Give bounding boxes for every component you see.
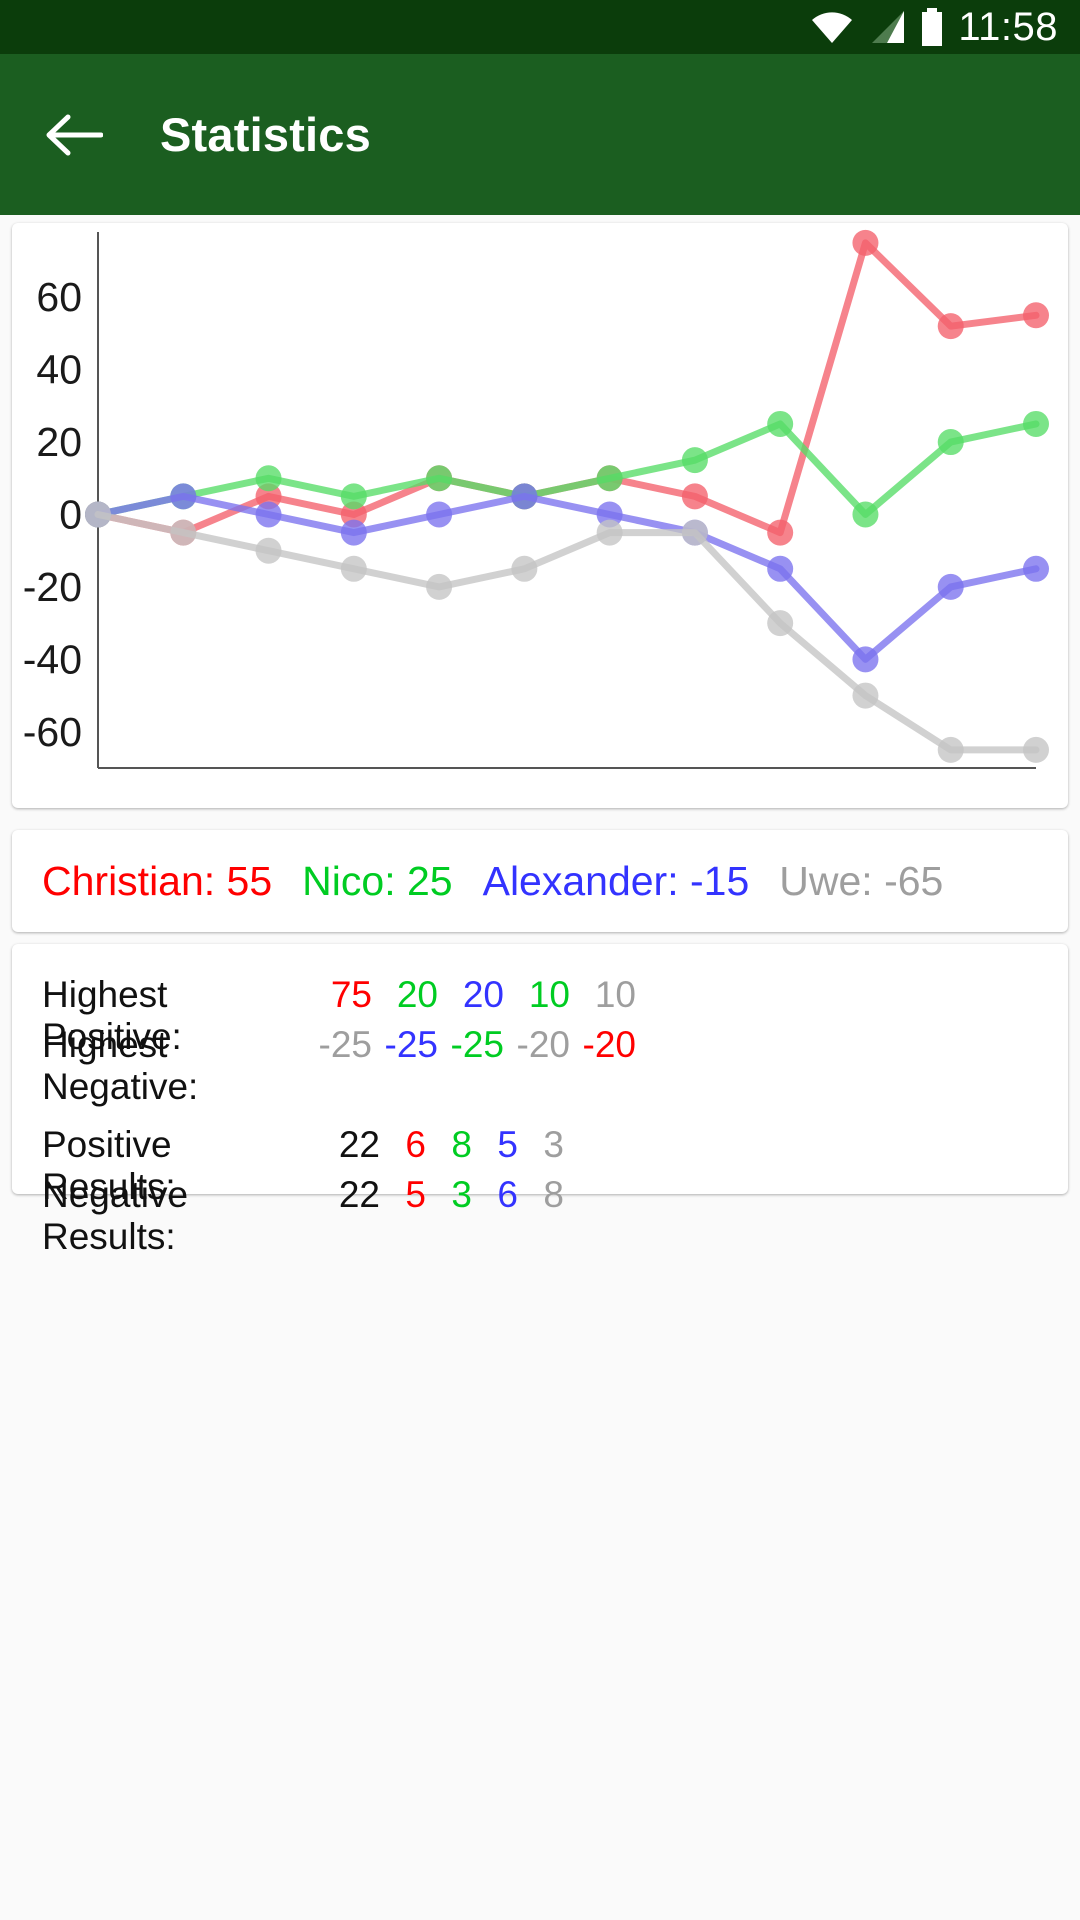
series-data-point: [937, 313, 964, 340]
stat-value: 8: [543, 1174, 564, 1215]
status-bar: 11:58: [0, 0, 1080, 54]
arrow-left-icon: [46, 114, 103, 155]
series-data-point: [852, 229, 879, 256]
stat-value: 22: [338, 1124, 380, 1165]
stat-row-values: 22 5 3 6 8: [306, 1174, 564, 1216]
series-data-point: [767, 519, 794, 546]
series-data-point: [511, 483, 538, 510]
series-data-point: [340, 483, 367, 510]
series-data-point: [255, 465, 282, 492]
back-button[interactable]: [32, 93, 116, 177]
series-data-point: [1023, 555, 1049, 582]
series-data-point: [852, 501, 879, 528]
series-data-point: [255, 501, 282, 528]
cell-signal-icon: [868, 9, 906, 45]
series-data-point: [767, 610, 794, 637]
y-axis-tick-label: -40: [23, 636, 82, 682]
series-data-point: [426, 465, 453, 492]
stat-row-values: 22 6 8 5 3: [306, 1124, 564, 1166]
stat-value: 10: [528, 974, 570, 1015]
stat-value: 6: [405, 1124, 426, 1165]
chart-series-group: [85, 229, 1049, 763]
series-data-point: [767, 555, 794, 582]
stat-value: 22: [338, 1174, 380, 1215]
statistics-summary-list: Highest Positive: 75 20 20 10 10 Highest Negat…: [42, 974, 1048, 1257]
series-data-point: [937, 573, 964, 600]
stat-row-values: 75 20 20 10 10: [306, 974, 636, 1016]
stat-row: Negative Results: 22 5 3 6 8: [42, 1174, 1048, 1257]
series-data-point: [340, 519, 367, 546]
series-data-point: [1023, 736, 1049, 763]
stat-value: 20: [396, 974, 438, 1015]
stat-value: 6: [497, 1174, 518, 1215]
legend-entry-uwe: Uwe: -65: [779, 857, 944, 904]
series-data-point: [596, 465, 623, 492]
stat-value: -25: [384, 1024, 438, 1065]
series-data-point: [170, 483, 197, 510]
y-axis-tick-label: 40: [36, 347, 82, 393]
y-axis-tick-label: -20: [23, 564, 82, 610]
series-data-point: [511, 555, 538, 582]
legend-entry-alexander: Alexander: -15: [482, 857, 750, 904]
series-data-point: [85, 501, 111, 528]
stat-value: 3: [543, 1124, 564, 1165]
series-data-point: [937, 736, 964, 763]
stat-row-label: Highest Negative:: [42, 1024, 199, 1107]
stat-row-label: Negative Results:: [42, 1174, 189, 1257]
series-data-point: [255, 537, 282, 564]
chart-series-uwe: [85, 501, 1049, 763]
stat-value: -25: [450, 1024, 504, 1065]
series-data-point: [852, 682, 879, 709]
y-axis-tick-labels: 60 40 20 0 -20 -40 -60: [23, 274, 82, 755]
series-data-point: [767, 410, 794, 437]
legend-entry-nico: Nico: 25: [302, 857, 453, 904]
series-data-point: [426, 501, 453, 528]
series-data-point: [852, 646, 879, 673]
app-bar: Statistics: [0, 54, 1080, 215]
stat-value: 8: [451, 1124, 472, 1165]
y-axis-tick-label: 0: [59, 491, 82, 537]
series-data-point: [1023, 302, 1049, 329]
series-data-point: [426, 573, 453, 600]
series-data-point: [1023, 410, 1049, 437]
stat-value: -20: [582, 1024, 636, 1065]
statistics-summary-card: Highest Positive: 75 20 20 10 10 Highest Negat…: [12, 944, 1068, 1257]
wifi-icon: [810, 9, 854, 45]
stat-value: 75: [330, 974, 372, 1015]
legend-card: Christian: 55 Nico: 25 Alexander: -15 Uwe: …: [12, 830, 1068, 932]
series-line: [94, 420, 1040, 518]
series-data-point: [681, 447, 708, 474]
y-axis-tick-label: 20: [36, 419, 82, 465]
y-axis-tick-label: 60: [36, 274, 82, 320]
series-data-point: [170, 519, 197, 546]
y-axis-tick-label: -60: [23, 709, 82, 755]
series-data-point: [596, 519, 623, 546]
stat-row: Highest Positive: 75 20 20 10 10: [42, 974, 1048, 1057]
stat-row: Highest Negative: -25 -25 -25 -20 -20: [42, 1024, 1048, 1107]
legend-row: Christian: 55 Nico: 25 Alexander: -15 Uwe: …: [42, 830, 943, 932]
stat-value: 5: [405, 1174, 426, 1215]
chart-series-christian: [85, 229, 1049, 546]
series-data-point: [340, 555, 367, 582]
stat-value: 10: [594, 974, 636, 1015]
series-data-point: [937, 429, 964, 456]
stat-value: 3: [451, 1174, 472, 1215]
series-data-point: [681, 483, 708, 510]
chart-card: 60 40 20 0 -20 -40 -60: [12, 223, 1068, 808]
statistics-line-chart: 60 40 20 0 -20 -40 -60: [23, 229, 1049, 769]
battery-icon: [920, 8, 944, 46]
series-line: [94, 492, 1040, 663]
page-title: Statistics: [160, 108, 371, 161]
stat-row: Positive Results: 22 6 8 5 3: [42, 1124, 1048, 1207]
stat-value: -20: [516, 1024, 570, 1065]
stat-row-values: -25 -25 -25 -20 -20: [306, 1024, 636, 1066]
stat-value: 20: [462, 974, 504, 1015]
status-bar-clock: 11:58: [958, 5, 1058, 49]
series-data-point: [681, 519, 708, 546]
legend-entry-christian: Christian: 55: [42, 857, 273, 904]
stat-value: -25: [318, 1024, 372, 1065]
stat-value: 5: [497, 1124, 518, 1165]
